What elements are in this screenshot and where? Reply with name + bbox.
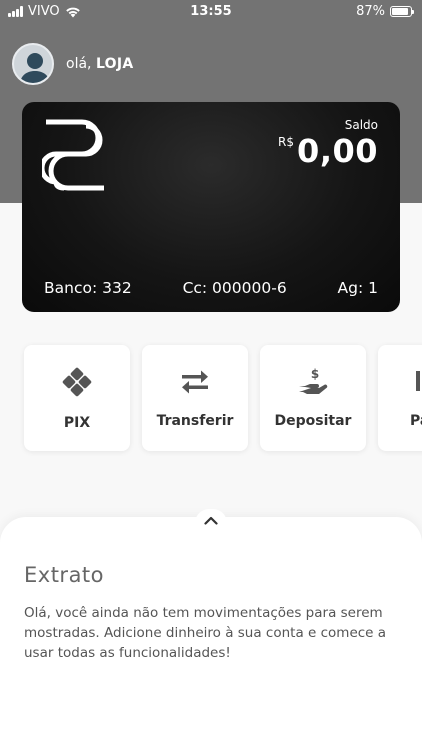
extrato-empty-message: Olá, você ainda não tem movimentações pa… (24, 605, 387, 661)
extrato-sheet[interactable]: Extrato Olá, você ainda não tem moviment… (0, 509, 422, 750)
user-name: LOJA (95, 56, 134, 72)
battery-icon (390, 6, 414, 17)
payment-button[interactable]: Pa (378, 345, 422, 451)
deposit-hand-icon: $ (299, 367, 328, 394)
transfer-button[interactable]: Transferir (142, 345, 248, 451)
status-right: 87% (356, 4, 414, 19)
battery-fill (392, 8, 408, 15)
home-screen: VIVO 13:55 87% olá, LOJA Saldo R$ 0,00 B… (0, 0, 422, 750)
svg-text:$: $ (311, 367, 319, 381)
action-tiles: PIX Transferir $ Depositar P (24, 345, 422, 451)
pix-label: PIX (63, 415, 91, 431)
avatar[interactable] (12, 43, 54, 85)
sheet-handle[interactable] (195, 509, 227, 531)
chevron-up-icon (204, 516, 218, 525)
greeting: olá, LOJA (66, 56, 134, 72)
balance-value: 0,00 (297, 132, 378, 170)
status-bar: VIVO 13:55 87% (0, 0, 422, 24)
deposit-label: Depositar (274, 413, 352, 429)
bank-code: Banco: 332 (44, 279, 132, 297)
deposit-button[interactable]: $ Depositar (260, 345, 366, 451)
transfer-arrows-icon (182, 370, 208, 394)
card-details: Banco: 332 Cc: 000000-6 Ag: 1 (44, 279, 378, 297)
bank-logo-icon (42, 119, 104, 191)
battery-percent: 87% (356, 4, 385, 19)
payment-icon (416, 371, 420, 391)
saldo-label: Saldo (344, 118, 378, 132)
payment-label: Pa (410, 413, 422, 429)
pix-button[interactable]: PIX (24, 345, 130, 451)
greeting-prefix: olá, (66, 56, 92, 72)
extrato-title: Extrato (24, 563, 105, 587)
transfer-label: Transferir (156, 413, 234, 429)
account-number: Cc: 000000-6 (182, 279, 287, 297)
agency-number: Ag: 1 (337, 279, 378, 297)
pix-icon (62, 367, 92, 397)
currency-label: R$ (278, 135, 294, 149)
account-card[interactable]: Saldo R$ 0,00 Banco: 332 Cc: 000000-6 Ag… (22, 102, 400, 312)
